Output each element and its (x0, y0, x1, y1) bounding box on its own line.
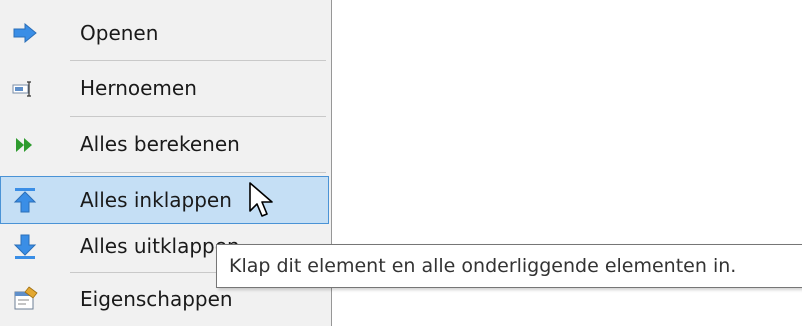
tooltip: Klap dit element en alle onderliggende e… (216, 244, 802, 288)
menu-item-label: Hernoemen (80, 76, 197, 100)
tooltip-text: Klap dit element en alle onderliggende e… (229, 255, 737, 277)
menu-item-label: Eigenschappen (80, 287, 233, 311)
rename-icon (12, 76, 38, 102)
arrow-right-icon (12, 20, 38, 46)
menu-item-alles-inklappen[interactable]: Alles inklappen (0, 176, 329, 224)
menu-item-label: Alles berekenen (80, 132, 240, 156)
menu-item-hernoemen[interactable]: Hernoemen (0, 62, 329, 116)
expand-all-icon (12, 234, 38, 260)
menu-separator (70, 172, 326, 173)
menu-separator (70, 116, 326, 117)
fast-forward-icon (12, 132, 38, 158)
mouse-cursor-icon (248, 181, 276, 223)
properties-icon (12, 286, 38, 312)
menu-item-label: Alles inklappen (80, 188, 232, 212)
collapse-all-icon (12, 187, 38, 213)
menu-item-label: Openen (80, 21, 159, 45)
menu-item-openen[interactable]: Openen (0, 6, 329, 60)
menu-item-alles-berekenen[interactable]: Alles berekenen (0, 118, 329, 172)
menu-separator (70, 60, 326, 61)
